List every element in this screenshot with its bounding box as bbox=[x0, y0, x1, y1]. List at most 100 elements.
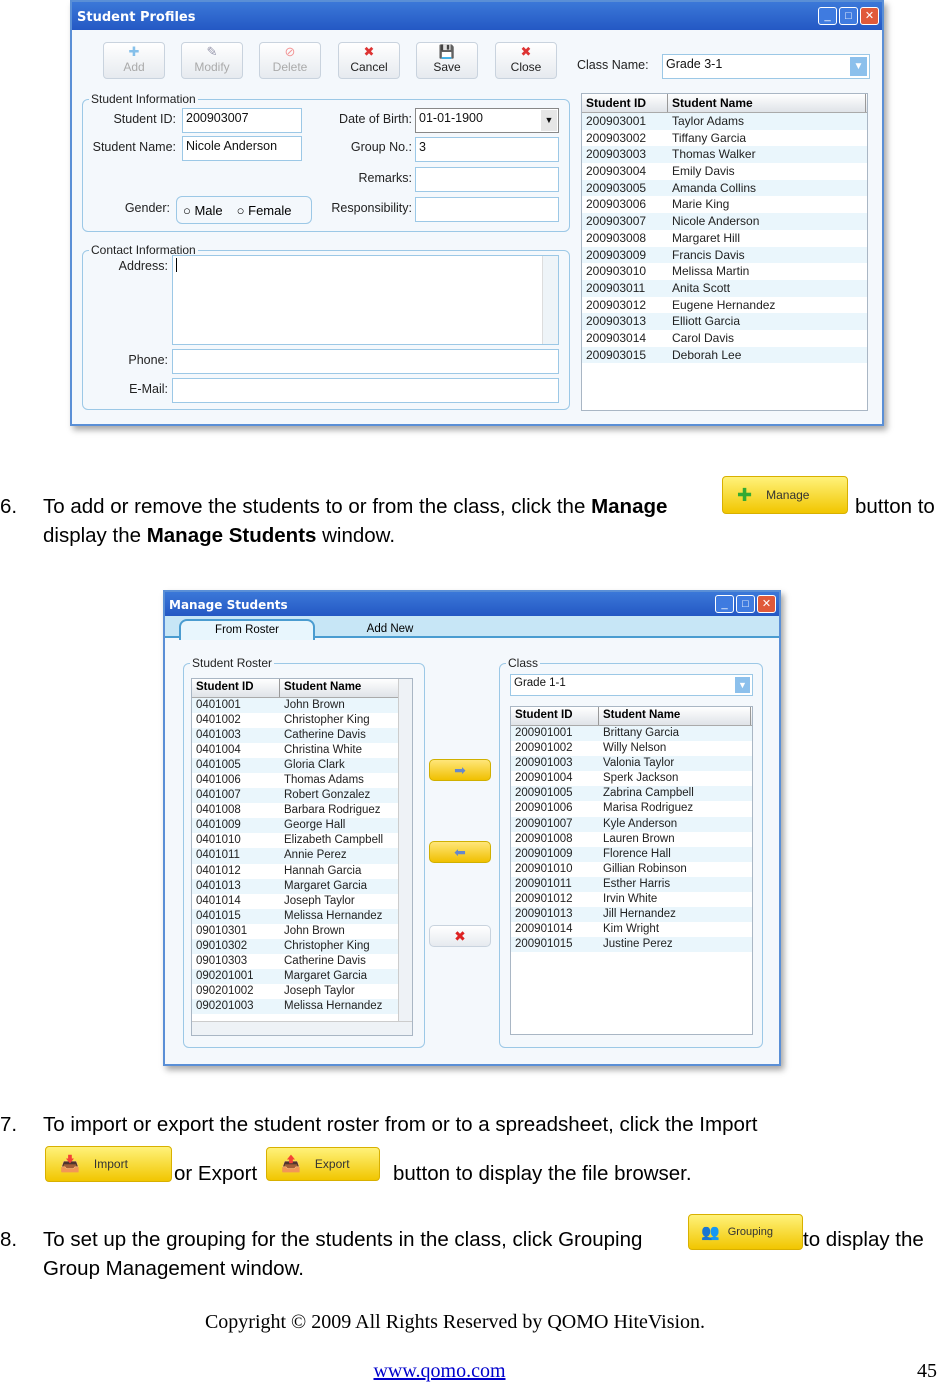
list-item[interactable]: 0401004 Christina White bbox=[192, 743, 412, 758]
student-name-field[interactable]: Nicole Anderson bbox=[182, 136, 302, 161]
list-item[interactable]: 200903004 Emily Davis bbox=[582, 163, 867, 180]
header-student-id[interactable]: Student ID bbox=[511, 707, 599, 725]
list-item[interactable]: 200901007 Kyle Anderson bbox=[511, 816, 752, 832]
list-item[interactable]: 0401015 Melissa Hernandez bbox=[192, 908, 412, 924]
cell-student-name: Thomas Adams bbox=[284, 774, 364, 787]
delete-button[interactable]: ✖ bbox=[429, 925, 491, 947]
list-item[interactable]: 0401013 Margaret Garcia bbox=[192, 878, 412, 894]
list-item[interactable]: 200903008 Margaret Hill bbox=[582, 230, 867, 247]
student-list[interactable]: Student ID Student Name 200903001 Taylor Ad… bbox=[581, 93, 868, 411]
add-button[interactable]: ✚ Add bbox=[103, 42, 165, 79]
list-item[interactable]: 200901013 Jill Hernandez bbox=[511, 907, 752, 923]
cancel-button[interactable]: ✖ Cancel bbox=[338, 42, 400, 79]
list-item[interactable]: 09010303 Catherine Davis bbox=[192, 954, 412, 969]
list-item[interactable]: 200903009 Francis Davis bbox=[582, 246, 867, 264]
close-button[interactable]: ✖ Close bbox=[495, 42, 557, 79]
header-student-name[interactable]: Student Name bbox=[280, 679, 400, 697]
minimize-button[interactable]: _ bbox=[715, 595, 734, 613]
add-to-class-button[interactable]: ➡ bbox=[429, 759, 491, 781]
list-item[interactable]: 0401002 Christopher King bbox=[192, 713, 412, 728]
list-item[interactable]: 200901014 Kim Wright bbox=[511, 922, 752, 937]
list-item[interactable]: 0401012 Hannah Garcia bbox=[192, 864, 412, 879]
list-item[interactable]: 090201001 Margaret Garcia bbox=[192, 968, 412, 984]
class-student-list[interactable]: Student ID Student Name 200901001 Brittany … bbox=[510, 706, 753, 1035]
website-link[interactable]: www.qomo.com bbox=[0, 1360, 879, 1383]
email-field[interactable] bbox=[172, 378, 559, 403]
list-item[interactable]: 09010302 Christopher King bbox=[192, 938, 412, 954]
close-window-button[interactable]: ✕ bbox=[860, 7, 879, 25]
list-item[interactable]: 0401014 Joseph Taylor bbox=[192, 894, 412, 909]
list-item[interactable]: 200901006 Marisa Rodriguez bbox=[511, 801, 752, 816]
class-select[interactable]: Grade 1-1 ▼ bbox=[510, 674, 753, 696]
radio-female[interactable]: ○ Female bbox=[237, 203, 292, 218]
modify-button[interactable]: ✎ Modify bbox=[181, 42, 243, 79]
header-student-name[interactable]: Student Name bbox=[599, 707, 751, 725]
phone-field[interactable] bbox=[172, 349, 559, 374]
scrollbar[interactable] bbox=[542, 256, 558, 344]
radio-male[interactable]: ○ Male bbox=[183, 203, 223, 218]
list-item[interactable]: 200901008 Lauren Brown bbox=[511, 832, 752, 847]
save-button[interactable]: 💾 Save bbox=[416, 42, 478, 79]
list-item[interactable]: 0401003 Catherine Davis bbox=[192, 728, 412, 744]
list-item[interactable]: 200903013 Elliott Garcia bbox=[582, 313, 867, 330]
maximize-button[interactable]: □ bbox=[839, 7, 858, 25]
list-item[interactable]: 200903010 Melissa Martin bbox=[582, 263, 867, 280]
list-item[interactable]: 200903011 Anita Scott bbox=[582, 279, 867, 297]
list-item[interactable]: 200903001 Taylor Adams bbox=[582, 113, 867, 130]
list-item[interactable]: 0401009 George Hall bbox=[192, 818, 412, 834]
list-item[interactable]: 200901010 Gillian Robinson bbox=[511, 862, 752, 877]
export-button[interactable]: 📤 Export bbox=[266, 1147, 380, 1181]
list-item[interactable]: 200903014 Carol Davis bbox=[582, 330, 867, 347]
responsibility-field[interactable] bbox=[415, 197, 559, 222]
header-student-id[interactable]: Student ID bbox=[582, 94, 668, 112]
minimize-button[interactable]: _ bbox=[818, 7, 837, 25]
list-item[interactable]: 200903006 Marie King bbox=[582, 196, 867, 213]
student-id-field[interactable]: 200903007 bbox=[182, 108, 302, 133]
manage-button[interactable]: ✚ Manage bbox=[722, 476, 848, 514]
class-name-select[interactable]: Grade 3-1 ▼ bbox=[662, 54, 870, 79]
dob-picker[interactable]: 01-01-1900 ▼ bbox=[415, 108, 559, 133]
list-item[interactable]: 09010301 John Brown bbox=[192, 924, 412, 939]
list-item[interactable]: 200901001 Brittany Garcia bbox=[511, 726, 752, 742]
list-item[interactable]: 200901002 Willy Nelson bbox=[511, 741, 752, 756]
roster-list[interactable]: Student ID Student Name 0401001 John Brown 0… bbox=[191, 678, 413, 1036]
list-item[interactable]: 200903002 Tiffany Garcia bbox=[582, 130, 867, 147]
list-item[interactable]: 200903012 Eugene Hernandez bbox=[582, 297, 867, 314]
list-item[interactable]: 200901015 Justine Perez bbox=[511, 937, 752, 953]
list-item[interactable]: 200901005 Zabrina Campbell bbox=[511, 786, 752, 802]
address-field[interactable] bbox=[172, 255, 559, 345]
list-item[interactable]: 0401005 Gloria Clark bbox=[192, 758, 412, 774]
header-student-name[interactable]: Student Name bbox=[668, 94, 866, 112]
list-item[interactable]: 200903015 Deborah Lee bbox=[582, 346, 867, 364]
horizontal-scrollbar[interactable] bbox=[192, 1021, 412, 1035]
delete-button[interactable]: ⊘ Delete bbox=[259, 42, 321, 79]
list-item[interactable]: 0401007 Robert Gonzalez bbox=[192, 788, 412, 804]
list-item[interactable]: 200901004 Sperk Jackson bbox=[511, 771, 752, 786]
import-button[interactable]: 📥 Import bbox=[45, 1146, 172, 1182]
list-item[interactable]: 200903007 Nicole Anderson bbox=[582, 213, 867, 230]
list-item[interactable]: 200903005 Amanda Collins bbox=[582, 179, 867, 197]
step6-text-end: button to bbox=[855, 495, 935, 518]
list-item[interactable]: 090201002 Joseph Taylor bbox=[192, 984, 412, 999]
header-student-id[interactable]: Student ID bbox=[192, 679, 280, 697]
list-item[interactable]: 200901011 Esther Harris bbox=[511, 876, 752, 893]
remove-from-class-button[interactable]: ⬅ bbox=[429, 841, 491, 863]
list-item[interactable]: 0401006 Thomas Adams bbox=[192, 773, 412, 788]
list-item[interactable]: 0401001 John Brown bbox=[192, 698, 412, 714]
list-item[interactable]: 200903003 Thomas Walker bbox=[582, 146, 867, 164]
list-item[interactable]: 0401010 Elizabeth Campbell bbox=[192, 833, 412, 848]
list-item[interactable]: 0401011 Annie Perez bbox=[192, 848, 412, 864]
list-item[interactable]: 200901009 Florence Hall bbox=[511, 846, 752, 862]
list-item[interactable]: 200901012 Irvin White bbox=[511, 892, 752, 907]
vertical-scrollbar[interactable] bbox=[398, 679, 412, 1021]
grouping-button[interactable]: 👥 Grouping bbox=[688, 1214, 803, 1250]
tab-add-new[interactable]: Add New bbox=[345, 623, 435, 635]
remarks-field[interactable] bbox=[415, 167, 559, 192]
group-no-field[interactable]: 3 bbox=[415, 137, 559, 162]
list-item[interactable]: 200901003 Valonia Taylor bbox=[511, 756, 752, 772]
maximize-button[interactable]: □ bbox=[736, 595, 755, 613]
list-item[interactable]: 0401008 Barbara Rodriguez bbox=[192, 803, 412, 818]
tab-from-roster[interactable]: From Roster bbox=[179, 619, 315, 640]
close-window-button[interactable]: ✕ bbox=[757, 595, 776, 613]
list-item[interactable]: 090201003 Melissa Hernandez bbox=[192, 998, 412, 1014]
